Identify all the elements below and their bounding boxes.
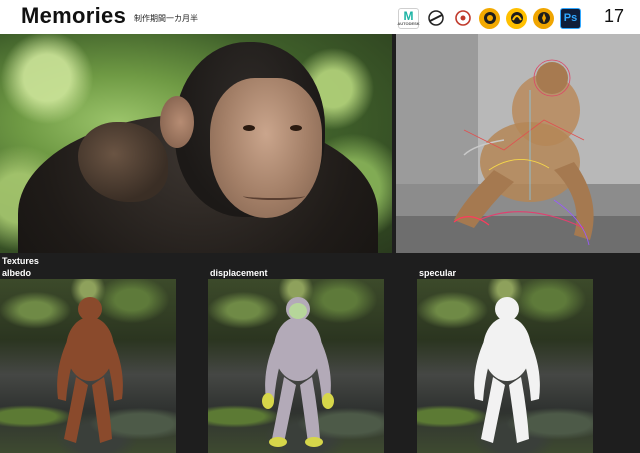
software-icons: M AUTODESK Ps xyxy=(397,7,581,29)
production-period: 制作期間一カ月半 xyxy=(134,14,198,23)
zbrush-icon xyxy=(425,7,446,29)
displacement-chimp-figure xyxy=(262,297,334,447)
final-render-image xyxy=(0,34,392,253)
page-header: Memories 制作期間一カ月半 M AUTODESK Ps 17 xyxy=(0,0,640,34)
chimp-eye-right xyxy=(290,125,302,131)
substance-icon xyxy=(452,7,473,29)
texture-preview-albedo xyxy=(0,279,176,453)
texture-label-specular: specular xyxy=(419,268,457,278)
specular-chimp-figure xyxy=(474,297,540,443)
nuke-icon xyxy=(533,7,554,29)
rigged-chimp-figure xyxy=(453,59,594,246)
texture-preview-specular xyxy=(417,279,593,453)
chimp-eye-left xyxy=(243,125,255,131)
arnold-icon xyxy=(479,7,500,29)
albedo-chimp-figure xyxy=(57,297,123,443)
rig-viewport-image xyxy=(396,34,640,253)
textures-section-label: Textures xyxy=(2,256,39,266)
page-number: 17 xyxy=(604,6,625,26)
chimp-mouth xyxy=(243,192,305,200)
texture-preview-displacement xyxy=(208,279,384,453)
photoshop-icon: Ps xyxy=(560,7,581,29)
mari-icon xyxy=(506,7,527,29)
chimp-ear xyxy=(160,96,194,148)
page-title: Memories xyxy=(21,3,127,28)
maya-icon: M AUTODESK xyxy=(397,7,420,29)
texture-label-displacement: displacement xyxy=(210,268,268,278)
texture-label-albedo: albedo xyxy=(2,268,32,278)
